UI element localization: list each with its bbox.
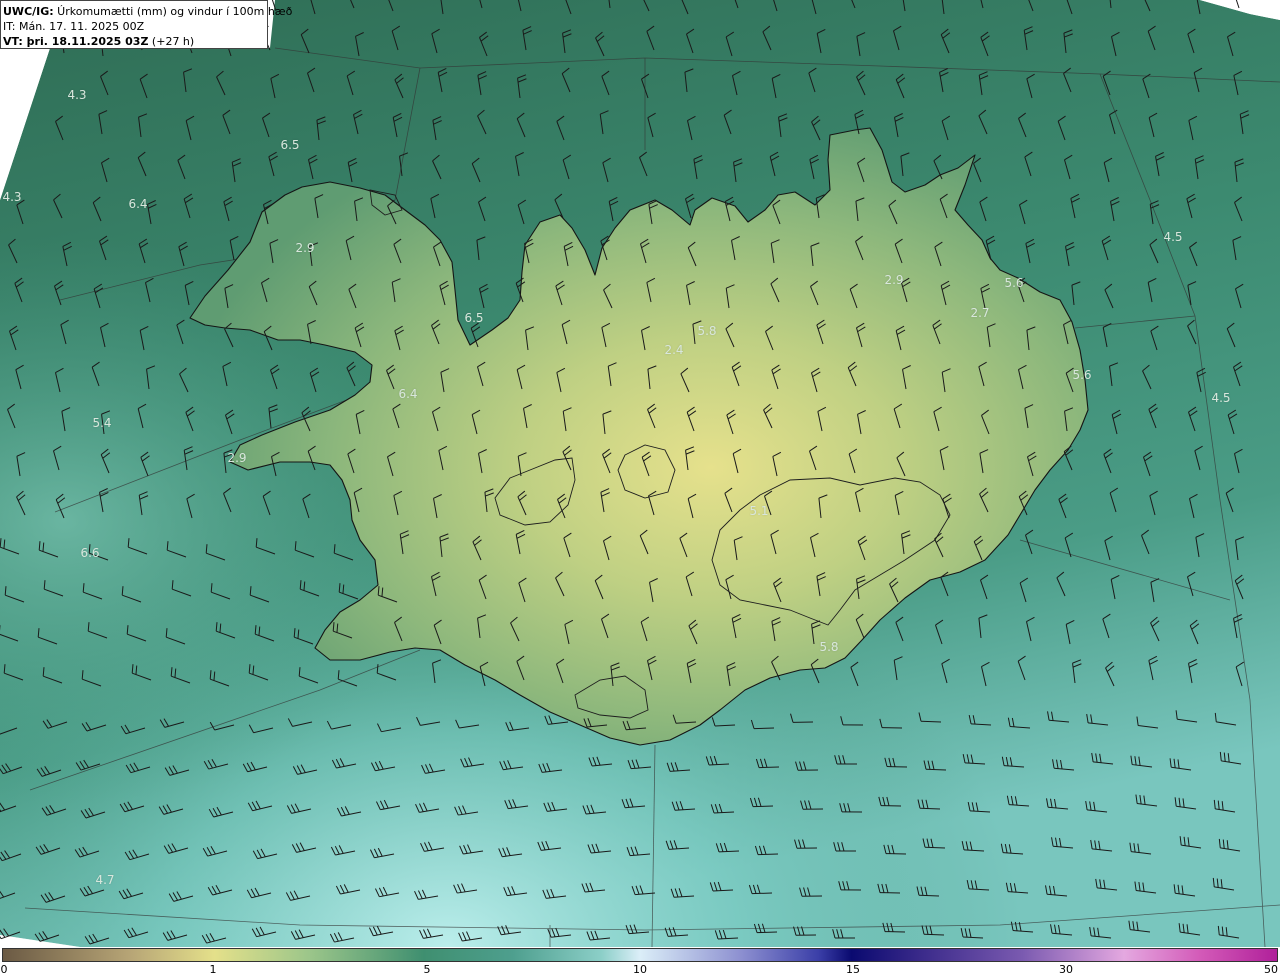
map-title-box: UWC/IG: Úrkomumætti (mm) og vindur í 100… — [0, 0, 292, 49]
valid-time: VT: þri. 18.11.2025 03Z (+27 h) — [3, 34, 267, 49]
value-label: 4.5 — [1211, 391, 1231, 405]
value-label: 2.9 — [227, 451, 247, 465]
forecast-hour: (+27 h) — [148, 35, 195, 48]
colorbar-tick: 1 — [209, 963, 217, 976]
value-label: 2.7 — [970, 306, 990, 320]
value-label: 4.3 — [67, 88, 87, 102]
weather-map: UWC/IG: Úrkomumætti (mm) og vindur í 100… — [0, 0, 1280, 978]
colorbar: 0 1 5 10 15 30 50 — [0, 947, 1280, 978]
colorbar-tick: 30 — [1059, 963, 1073, 976]
value-label: 6.6 — [80, 546, 100, 560]
value-label: 5.6 — [1004, 276, 1024, 290]
value-label: 5.8 — [819, 640, 839, 654]
field-description: Úrkomumætti (mm) og vindur í 100m hæð — [53, 5, 293, 18]
value-label: 2.9 — [884, 273, 904, 287]
value-label: 5.4 — [92, 416, 112, 430]
colorbar-tick: 50 — [1264, 963, 1278, 976]
map-canvas — [0, 0, 1280, 947]
value-label: 2.4 — [664, 343, 684, 357]
value-label: 4.7 — [95, 873, 115, 887]
colorbar-tick: 0 — [0, 963, 8, 976]
value-label: 2.9 — [295, 241, 315, 255]
colorbar-gradient — [2, 948, 1278, 962]
valid-time-prefix: VT: — [3, 35, 23, 48]
value-label: 4.3 — [2, 190, 22, 204]
value-label: 6.5 — [464, 311, 484, 325]
value-label: 5.1 — [749, 504, 769, 518]
model-code: UWC/IG: — [3, 5, 54, 18]
value-label: 5.8 — [697, 324, 717, 338]
colorbar-tick: 10 — [633, 963, 647, 976]
value-label: 4.5 — [1163, 230, 1183, 244]
valid-time-date: þri. 18.11.2025 03Z — [22, 35, 149, 48]
initial-time: IT: Mán. 17. 11. 2025 00Z — [3, 20, 145, 33]
colorbar-tick: 5 — [423, 963, 431, 976]
colorbar-tick: 15 — [846, 963, 860, 976]
title-line: UWC/IG: Úrkomumætti (mm) og vindur í 100… — [3, 4, 292, 19]
value-label: 6.4 — [128, 197, 148, 211]
value-label: 5.6 — [1072, 368, 1092, 382]
value-label: 6.4 — [398, 387, 418, 401]
value-label: 6.5 — [280, 138, 300, 152]
